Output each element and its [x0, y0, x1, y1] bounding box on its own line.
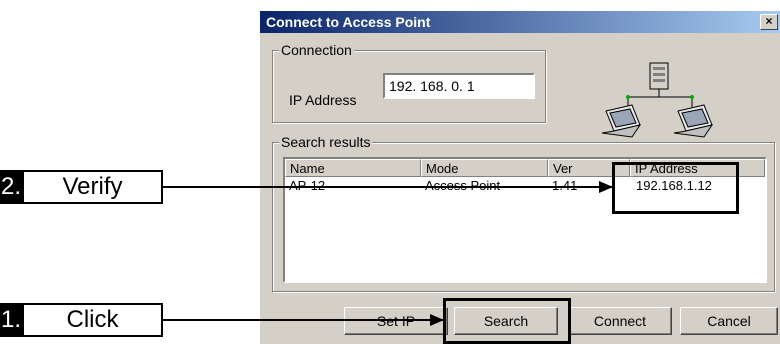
callout-arrows: [163, 181, 613, 326]
